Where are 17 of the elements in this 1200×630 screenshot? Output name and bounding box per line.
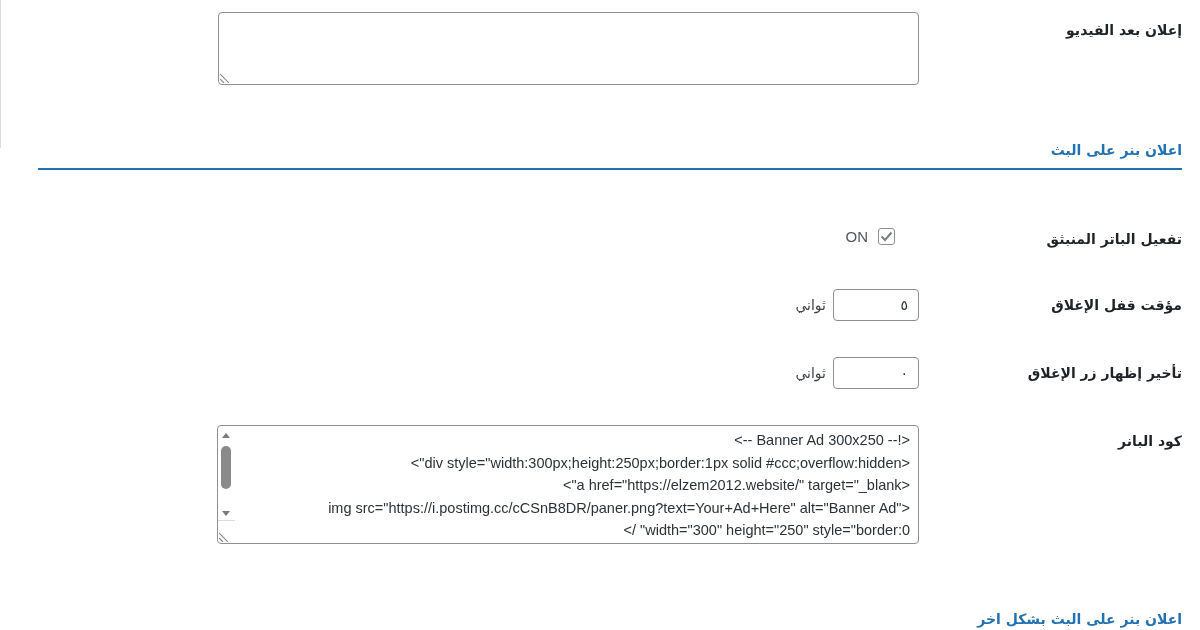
section-heading: اعلان بنر على البث [1049,141,1182,159]
checkbox-label: ON [845,227,868,246]
checkbox[interactable] [878,228,895,245]
field-label: مؤقت قفل الإغلاق [1051,297,1182,313]
resize-grip-icon[interactable] [220,73,229,83]
field-label: تأخير إظهار زر الإغلاق [1027,365,1182,381]
section-heading: اعلان بنر على البث بشكل اخر [975,610,1182,628]
unit-label: ثواني [795,296,826,314]
text-area[interactable] [218,12,919,85]
field-label: إعلان بعد الفيديو [1066,22,1182,38]
field-label: تفعيل الباتر المنبثق [1046,230,1182,247]
number-field[interactable]: ٠ [833,357,919,389]
unit-label: ثواني [795,364,826,382]
resize-grip-icon[interactable] [219,532,228,542]
code-textarea[interactable]: <-- Banner Ad 300x250 --!> <"div style="width:300px;height:250px;border:1px solid #ccc;overflow:hidden> <"a href="https://elzem2012.website/" target="_blank> img src="https://i.postimg.cc/cCSnB8DR/paner.png?text=Your+Ad+Here" alt="Banner Ad"> </ "width="300" height="250" style="border:0 [217,425,919,544]
number-field[interactable]: ٥ [833,289,919,321]
field-label: كود البانر [1118,433,1182,449]
